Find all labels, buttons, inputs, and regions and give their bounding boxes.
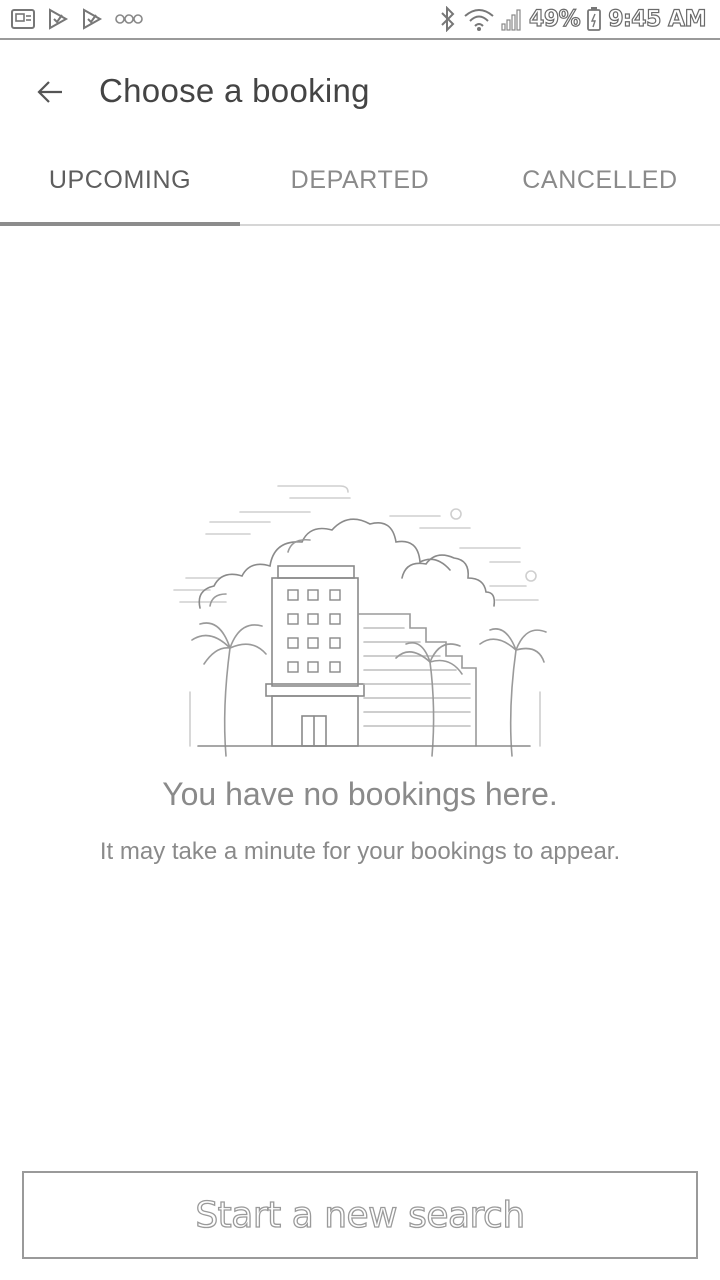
check-notification-icon <box>80 7 104 31</box>
page-title: Choose a booking <box>99 72 370 109</box>
status-bar: 49% 9:45 AM <box>0 0 720 40</box>
app-bar: Choose a booking <box>0 42 720 142</box>
empty-state-title: You have no bookings here. <box>162 776 558 812</box>
bluetooth-icon <box>439 6 457 32</box>
start-new-search-button[interactable]: Start a new search <box>22 1171 698 1259</box>
empty-state-subtitle: It may take a minute for your bookings t… <box>99 838 621 865</box>
battery-icon <box>586 6 602 32</box>
check-notification-icon <box>46 7 70 31</box>
more-dots-icon <box>114 12 144 26</box>
booking-tabs: UPCOMING DEPARTED CANCELLED <box>0 150 720 226</box>
status-bar-system: 49% 9:45 AM <box>439 6 708 32</box>
tab-upcoming[interactable]: UPCOMING <box>0 150 240 226</box>
status-time: 9:45 AM <box>608 6 708 32</box>
hotel-illustration <box>170 478 550 768</box>
status-bar-notifications <box>10 7 144 31</box>
signal-icon <box>501 6 523 32</box>
tab-departed[interactable]: DEPARTED <box>240 150 480 224</box>
booking-screen: 49% 9:45 AM Choose a booking UPCOMING DE… <box>0 0 720 1280</box>
image-notification-icon <box>10 7 36 31</box>
wifi-icon <box>463 6 495 32</box>
tab-cancelled[interactable]: CANCELLED <box>480 150 720 224</box>
battery-percent: 49% <box>528 6 581 32</box>
start-new-search-label: Start a new search <box>195 1194 526 1236</box>
arrow-left-icon <box>36 80 64 109</box>
back-button[interactable] <box>26 74 74 114</box>
